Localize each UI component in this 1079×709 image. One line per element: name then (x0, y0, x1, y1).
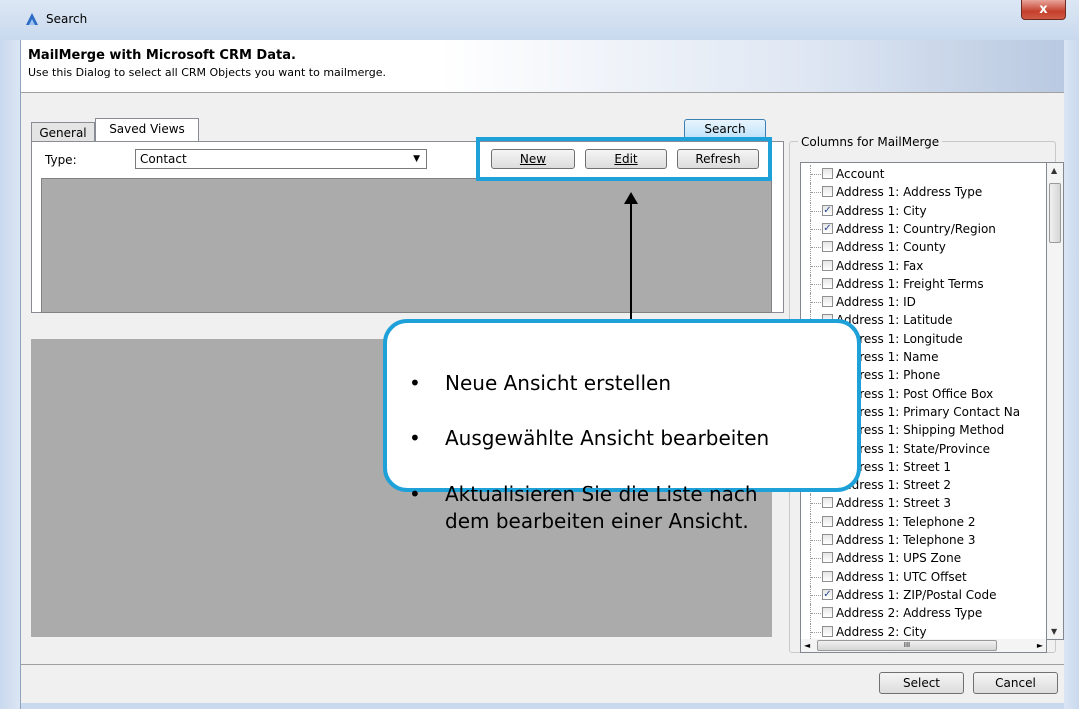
close-button[interactable]: x (1021, 0, 1066, 20)
callout-text: dem bearbeiten einer Ansicht. (445, 509, 749, 533)
search-dialog-window: Search x MailMerge with Microsoft CRM Da… (0, 0, 1079, 709)
callout-text: Aktualisieren Sie die Liste nach (445, 482, 758, 506)
header-title: MailMerge with Microsoft CRM Data. (28, 48, 296, 63)
column-checkbox[interactable] (822, 277, 833, 289)
column-label: Address 1: Country/Region (836, 221, 996, 236)
scroll-right-icon[interactable]: ► (1037, 639, 1043, 652)
columns-legend: Columns for MailMerge (798, 135, 943, 149)
column-label: Address 1: Telephone 3 (836, 533, 976, 547)
dialog-header: MailMerge with Microsoft CRM Data. Use t… (21, 40, 1064, 93)
select-button[interactable]: Select (879, 672, 964, 694)
type-label: Type: (45, 153, 77, 167)
window-frame-left (0, 40, 20, 709)
buttons-highlight-box (476, 137, 772, 181)
column-checkbox[interactable] (822, 625, 833, 637)
callout-arrow-line (630, 201, 632, 323)
tree-connector (810, 183, 821, 202)
column-checkbox[interactable] (822, 552, 833, 564)
column-label: Address 2: Address Type (836, 606, 983, 621)
tree-connector (810, 494, 821, 513)
scroll-thumb[interactable] (1049, 183, 1061, 243)
column-label: Address 1: Telephone 2 (836, 514, 976, 529)
column-checkbox[interactable] (822, 241, 833, 253)
window-frame-right (1063, 40, 1079, 709)
column-label: Account (836, 167, 885, 181)
column-label: Address 1: UTC Offset (836, 569, 967, 584)
column-label: Address 1: Address Type (836, 185, 983, 200)
column-checkbox[interactable]: ✓ (822, 222, 833, 234)
tree-connector (810, 256, 821, 275)
tree-connector (810, 585, 821, 604)
column-label: Address 1: Freight Terms (836, 276, 984, 291)
dialog-content: MailMerge with Microsoft CRM Data. Use t… (20, 40, 1064, 709)
tree-connector (810, 622, 821, 639)
column-label: Address 1: City (836, 203, 927, 218)
column-label: Address 1: County (836, 240, 946, 255)
scroll-left-icon[interactable]: ◄ (804, 639, 810, 652)
column-checkbox[interactable] (822, 534, 833, 545)
title-bar: Search x (0, 0, 1079, 40)
columns-horizontal-scrollbar[interactable]: ◄ III ► (800, 639, 1047, 653)
tab-general[interactable]: General (31, 122, 95, 142)
tree-connector (810, 238, 821, 257)
saved-views-grid[interactable] (41, 178, 772, 313)
column-checkbox[interactable] (822, 296, 833, 308)
column-checkbox[interactable] (822, 497, 833, 509)
column-checkbox[interactable] (822, 186, 833, 198)
type-select-value: Contact (140, 152, 187, 166)
column-label: Address 1: Shipping Method (836, 423, 1005, 438)
tree-connector (810, 219, 821, 238)
footer-divider (21, 664, 1064, 665)
column-label: Address 2: City (836, 624, 927, 639)
column-label: Address 1: ID (836, 295, 916, 310)
column-checkbox[interactable]: ✓ (822, 204, 833, 216)
tree-connector (810, 567, 821, 586)
type-select[interactable]: Contact ▼ (135, 149, 427, 169)
tab-saved-views[interactable]: Saved Views (95, 118, 199, 142)
tree-connector (810, 293, 821, 312)
column-checkbox[interactable]: ✓ (822, 588, 833, 600)
app-icon (26, 13, 38, 25)
tree-connector (810, 165, 821, 183)
callout-text: Ausgewählte Ansicht bearbeiten (445, 426, 770, 450)
tree-connector (810, 604, 821, 623)
dropdown-arrow-icon: ▼ (413, 154, 420, 164)
callout-text: Neue Ansicht erstellen (445, 371, 671, 395)
cancel-button[interactable]: Cancel (973, 672, 1058, 694)
window-title: Search (46, 12, 88, 26)
hscroll-thumb[interactable]: III (817, 640, 997, 651)
column-checkbox[interactable] (822, 168, 833, 179)
header-subtitle: Use this Dialog to select all CRM Object… (28, 66, 386, 79)
tree-connector (810, 531, 821, 549)
scroll-down-icon[interactable]: ▼ (1051, 627, 1057, 636)
column-label: Address 1: UPS Zone (836, 551, 962, 566)
column-checkbox[interactable] (822, 570, 833, 582)
column-checkbox[interactable] (822, 607, 833, 619)
tree-connector (810, 274, 821, 293)
search-button[interactable]: Search (684, 119, 766, 139)
tree-connector (810, 512, 821, 531)
column-label: Address 1: Fax (836, 258, 924, 273)
scroll-up-icon[interactable]: ▲ (1051, 166, 1057, 175)
tree-connector (810, 201, 821, 220)
annotation-callout: • Neue Ansicht erstellen • Ausgewählte A… (383, 319, 861, 533)
tree-connector (810, 549, 821, 568)
window-frame-bottom (21, 703, 1064, 709)
column-label: Address 1: Street 3 (836, 496, 952, 511)
column-label: Address 1: Primary Contact Na (836, 404, 1021, 419)
columns-vertical-scrollbar[interactable]: ▲ ▼ (1047, 162, 1064, 640)
callout-arrow-head-icon (624, 192, 638, 204)
column-label: Address 1: ZIP/Postal Code (836, 587, 997, 602)
column-checkbox[interactable] (822, 259, 833, 271)
column-checkbox[interactable] (822, 515, 833, 527)
